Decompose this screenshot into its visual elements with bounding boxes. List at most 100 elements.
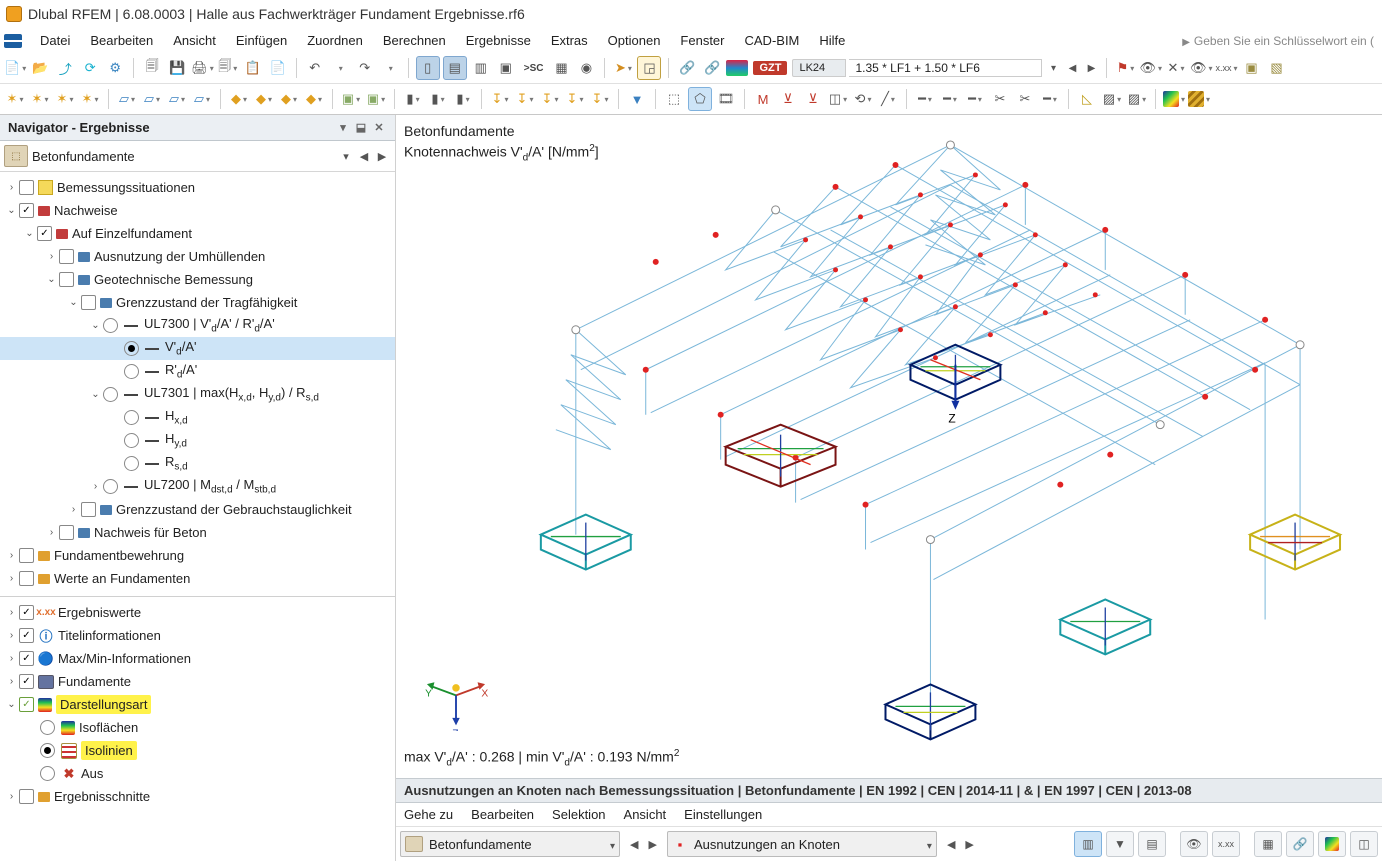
results-combo-module[interactable]: Betonfundamente	[400, 831, 620, 857]
gradient-icon[interactable]	[1163, 88, 1185, 110]
rb-7200[interactable]	[103, 479, 118, 494]
eye2-icon[interactable]: 👁	[1190, 57, 1213, 79]
console-icon[interactable]: ▣	[495, 57, 517, 79]
tree-gebrauch[interactable]: Grenzzustand der Gebrauchstauglichkeit	[116, 502, 395, 517]
tree-ausnutz[interactable]: Ausnutzung der Umhüllenden	[94, 249, 395, 264]
cb-bemsit[interactable]: ✓	[19, 180, 34, 195]
res-btn-table[interactable]: ▤	[1138, 831, 1166, 857]
lk-label[interactable]: LK24	[792, 59, 846, 77]
rb-7301[interactable]	[103, 387, 118, 402]
cb-maxmin[interactable]: ✓	[19, 651, 34, 666]
tree-7300[interactable]: UL7300 | V'd/A' / R'd/A'	[144, 316, 395, 335]
selector-next-icon[interactable]: ▶	[373, 150, 391, 163]
print-icon[interactable]: 🖨	[191, 57, 214, 79]
nav-dropdown-icon[interactable]: ▾	[335, 121, 351, 134]
node4-icon[interactable]: ✶	[79, 88, 101, 110]
diag-icon3[interactable]: ⊻	[802, 88, 824, 110]
tree-wertefund[interactable]: Werte an Fundamenten	[54, 571, 395, 586]
tw-maxmin[interactable]: ›	[4, 653, 19, 664]
filter-icon[interactable]: ▼	[626, 88, 648, 110]
hline3-icon[interactable]: ━	[964, 88, 986, 110]
lk-prev-icon[interactable]: ◀	[1064, 63, 1080, 74]
cloud-sync-icon[interactable]: ⟳	[79, 57, 101, 79]
tw-fund[interactable]: ›	[4, 676, 19, 687]
save-icon[interactable]: 💾	[166, 57, 188, 79]
lk-dropdown-icon[interactable]: ▾	[1045, 63, 1061, 74]
selector-module-icon[interactable]: ⬚	[4, 145, 28, 167]
tree-einzel[interactable]: Auf Einzelfundament	[72, 226, 395, 241]
res-btn-cube[interactable]: ◫	[1350, 831, 1378, 857]
tree-isofl[interactable]: Isoflächen	[79, 720, 395, 735]
tw-schn[interactable]: ›	[4, 791, 19, 802]
res-menu-sel[interactable]: Selektion	[552, 807, 605, 822]
app-menu-icon[interactable]	[4, 34, 22, 48]
tw-darst[interactable]: ⌄	[4, 699, 19, 710]
settings-gear-icon[interactable]: ⚙	[104, 57, 126, 79]
res-menu-bearb[interactable]: Bearbeiten	[471, 807, 534, 822]
tw-7301[interactable]: ⌄	[88, 389, 103, 400]
surf4-icon[interactable]: ◆	[303, 88, 325, 110]
nav-close-icon[interactable]: ✕	[371, 121, 387, 134]
results-combo-type[interactable]: ▪ Ausnutzungen an Knoten	[667, 831, 937, 857]
tw-nachweise[interactable]: ⌄	[4, 205, 19, 216]
tree-titel[interactable]: Titelinformationen	[58, 628, 395, 643]
dim-xx-icon[interactable]: x.xx	[1216, 57, 1238, 79]
tree-ergw[interactable]: Ergebniswerte	[58, 605, 395, 620]
duplicate-icon[interactable]: 🗐	[141, 57, 163, 79]
tw-gzttrag[interactable]: ⌄	[66, 297, 81, 308]
cb-nbeton[interactable]: ✓	[59, 525, 74, 540]
cb-wertefund[interactable]: ✓	[19, 571, 34, 586]
tw-7300[interactable]: ⌄	[88, 320, 103, 331]
hline1-icon[interactable]: ━	[914, 88, 936, 110]
panel2-icon[interactable]: ▤	[443, 56, 467, 80]
tool1-icon[interactable]: ▮	[402, 88, 424, 110]
res-combo2-next[interactable]: ▶	[965, 838, 973, 851]
tree-vda[interactable]: V'd/A'	[165, 339, 395, 358]
res-btn-xxx[interactable]: x.xx	[1212, 831, 1240, 857]
hline4-icon[interactable]: ━	[1039, 88, 1061, 110]
rb-hxd[interactable]	[124, 410, 139, 425]
menu-ergebnisse[interactable]: Ergebnisse	[456, 31, 541, 50]
script-icon[interactable]: >SC	[520, 57, 548, 79]
copy-icon[interactable]: 📋	[242, 57, 264, 79]
record-icon[interactable]: ◉	[575, 57, 597, 79]
measure1-icon[interactable]: ✕	[1165, 57, 1187, 79]
tw-gebr[interactable]: ›	[66, 504, 81, 515]
gradient2-icon[interactable]	[1188, 88, 1210, 110]
tree-hxd[interactable]: Hx,d	[165, 408, 395, 427]
cb-ergw[interactable]: ✓	[19, 605, 34, 620]
rb-7300[interactable]	[103, 318, 118, 333]
tw-bemsit[interactable]: ›	[4, 182, 19, 193]
selector-text[interactable]: Betonfundamente	[32, 149, 333, 164]
load4-icon[interactable]: ↧	[564, 88, 586, 110]
shade2-icon[interactable]: ▨	[1126, 88, 1148, 110]
res-btn-panel[interactable]: ▥	[1074, 831, 1102, 857]
menu-optionen[interactable]: Optionen	[598, 31, 671, 50]
flag-red-icon[interactable]: ⚑	[1114, 57, 1136, 79]
cb-fundbew[interactable]: ✓	[19, 548, 34, 563]
tree-rda[interactable]: R'd/A'	[165, 362, 395, 381]
link2-icon[interactable]: 🔗	[701, 57, 723, 79]
solid1-icon[interactable]: ▣	[340, 88, 362, 110]
menu-bearbeiten[interactable]: Bearbeiten	[80, 31, 163, 50]
keyword-hint[interactable]: Geben Sie ein Schlüsselwort ein (	[1182, 34, 1378, 48]
res-menu-einst[interactable]: Einstellungen	[684, 807, 762, 822]
tw-ergw[interactable]: ›	[4, 607, 19, 618]
surf2-icon[interactable]: ◆	[253, 88, 275, 110]
rb-isofl[interactable]	[40, 720, 55, 735]
member4-icon[interactable]: ▱	[191, 88, 213, 110]
menu-fenster[interactable]: Fenster	[670, 31, 734, 50]
rb-vda[interactable]	[124, 341, 139, 356]
rb-hyd[interactable]	[124, 433, 139, 448]
rb-rsd[interactable]	[124, 456, 139, 471]
lk-combo[interactable]: 1.35 * LF1 + 1.50 * LF6	[849, 59, 1042, 77]
cut1-icon[interactable]: ✂	[989, 88, 1011, 110]
cb-gzttrag[interactable]: ✓	[81, 295, 96, 310]
load2-icon[interactable]: ↧	[514, 88, 536, 110]
clone-icon[interactable]: 🗐	[217, 57, 239, 79]
tri-icon[interactable]: ◺	[1076, 88, 1098, 110]
clipboard-icon[interactable]: 📄	[267, 57, 289, 79]
redo-list-icon[interactable]	[379, 57, 401, 79]
tw-titel[interactable]: ›	[4, 630, 19, 641]
member1-icon[interactable]: ▱	[116, 88, 138, 110]
